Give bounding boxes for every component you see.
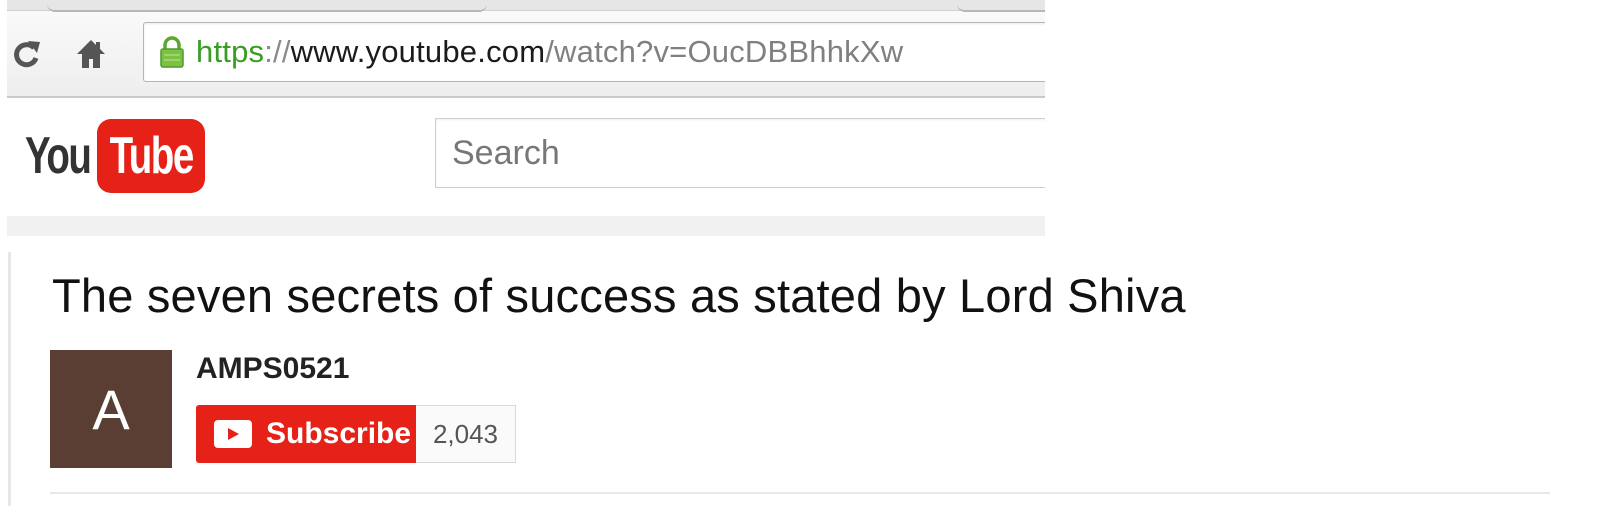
home-icon xyxy=(75,38,107,70)
logo-you-text: You xyxy=(25,127,92,185)
channel-name[interactable]: AMPS0521 xyxy=(196,352,349,386)
tab[interactable] xyxy=(957,0,1045,12)
youtube-logo[interactable]: You Tube xyxy=(25,118,205,194)
subscriber-count: 2,043 xyxy=(416,405,516,463)
search-input[interactable] xyxy=(435,118,1045,188)
url-path: /watch?v=OucDBBhhkXw xyxy=(545,34,904,69)
logo-tube-box: Tube xyxy=(97,119,205,193)
url-host: www.youtube.com xyxy=(290,34,546,69)
channel-avatar[interactable]: A xyxy=(50,350,172,468)
address-bar[interactable]: https://www.youtube.com/watch?v=OucDBBhh… xyxy=(143,22,1045,82)
subscribe-button[interactable]: Subscribe xyxy=(196,405,416,463)
youtube-play-icon xyxy=(214,420,252,448)
url-scheme: https xyxy=(196,34,265,69)
youtube-masthead: You Tube xyxy=(7,98,1045,216)
section-divider xyxy=(50,492,1550,494)
logo-tube-text: Tube xyxy=(109,127,194,185)
tab[interactable] xyxy=(47,0,487,12)
subscribe-label: Subscribe xyxy=(266,417,412,450)
avatar-letter: A xyxy=(92,377,130,441)
card-border xyxy=(8,252,11,506)
home-button[interactable] xyxy=(73,34,109,74)
lock-icon xyxy=(156,32,188,72)
masthead-divider xyxy=(7,216,1045,236)
browser-toolbar: https://www.youtube.com/watch?v=OucDBBhh… xyxy=(7,0,1045,98)
url-text: https://www.youtube.com/watch?v=OucDBBhh… xyxy=(196,34,903,70)
reload-button[interactable] xyxy=(9,34,45,74)
video-title: The seven secrets of success as stated b… xyxy=(52,269,1186,322)
url-separator: :// xyxy=(264,34,291,69)
reload-icon xyxy=(12,38,42,70)
